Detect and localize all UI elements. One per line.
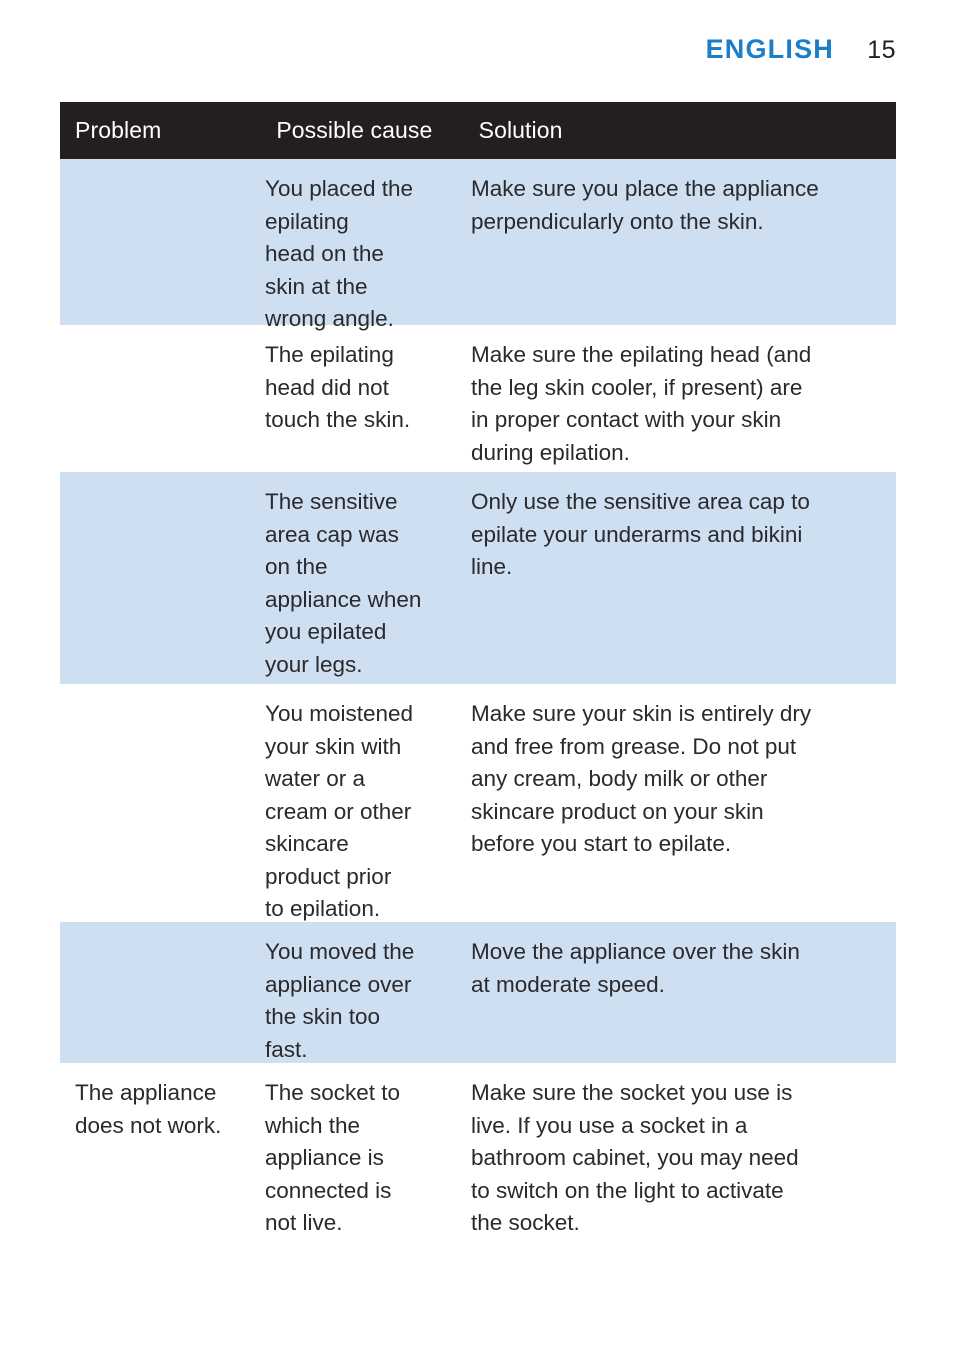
cell-problem (60, 325, 265, 353)
column-header-possible-cause: Possible cause (276, 116, 433, 143)
table-row: The appliance does not work. The socket t… (60, 1063, 896, 1243)
cell-possible-cause: You placed the epilating head on the ski… (265, 176, 414, 331)
cell-possible-cause: You moved the appliance over the skin to… (265, 939, 415, 1062)
column-header-problem: Problem (75, 116, 162, 143)
column-header-solution: Solution (478, 116, 563, 143)
cell-solution: Make sure your skin is entirely dry and … (471, 701, 812, 856)
cell-solution: Move the appliance over the skin at mode… (471, 939, 800, 997)
table-header-row: Problem Possible cause Solution (60, 102, 896, 159)
cell-solution: Make sure the socket you use is live. If… (471, 1080, 799, 1235)
table-row: The epilating head did not touch the ski… (60, 325, 896, 472)
running-head: ENGLISH 15 (0, 36, 896, 63)
cell-problem (60, 472, 265, 500)
table-body: You placed the epilating head on the ski… (60, 159, 896, 1243)
cell-problem (60, 159, 265, 187)
cell-problem (60, 922, 265, 950)
cell-possible-cause: The sensitive area cap was on the applia… (265, 489, 422, 677)
cell-possible-cause: The epilating head did not touch the ski… (265, 342, 411, 432)
table-row: The sensitive area cap was on the applia… (60, 472, 896, 684)
cell-problem (60, 684, 265, 712)
table-row: You placed the epilating head on the ski… (60, 159, 896, 331)
troubleshooting-table: Problem Possible cause Solution You plac… (60, 102, 896, 1243)
cell-solution: Only use the sensitive area cap to epila… (471, 489, 810, 579)
cell-problem: The appliance does not work. (75, 1080, 222, 1138)
cell-possible-cause: The socket to which the appliance is con… (265, 1080, 401, 1235)
table-row: You moved the appliance over the skin to… (60, 922, 896, 1063)
page-number: 15 (867, 36, 896, 64)
cell-solution: Make sure you place the appliance perpen… (471, 176, 819, 234)
cell-possible-cause: You moistened your skin with water or a … (265, 701, 414, 921)
cell-solution: Make sure the epilating head (and the le… (471, 342, 812, 465)
language-label: ENGLISH (705, 34, 834, 64)
table-row: You moistened your skin with water or a … (60, 684, 896, 922)
